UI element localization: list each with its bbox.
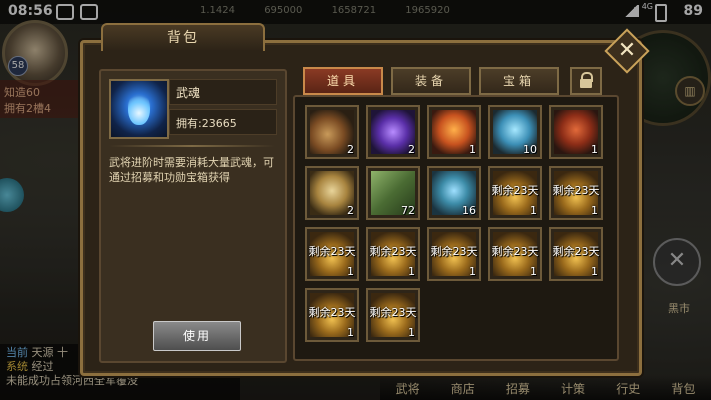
bag-title: 背包 bbox=[101, 23, 265, 51]
expiry-label: 剩余23天 bbox=[430, 245, 478, 258]
item-slot[interactable]: 16 bbox=[427, 166, 481, 220]
tab-equipment[interactable]: 装备 bbox=[391, 67, 471, 95]
item-quantity: 1 bbox=[408, 326, 415, 339]
item-quantity: 1 bbox=[469, 265, 476, 278]
item-quantity: 1 bbox=[347, 265, 354, 278]
item-slot[interactable]: 剩余23天 1 bbox=[366, 227, 420, 281]
selected-item-description: 武将进阶时需要消耗大量武魂，可通过招募和功勋宝箱获得 bbox=[109, 156, 274, 184]
item-slot[interactable]: 2 bbox=[305, 105, 359, 159]
item-slot[interactable]: 10 bbox=[488, 105, 542, 159]
expiry-label: 剩余23天 bbox=[491, 184, 539, 197]
item-quantity: 1 bbox=[591, 143, 598, 156]
expiry-label: 剩余23天 bbox=[369, 306, 417, 319]
item-slot[interactable]: 剩余23天 1 bbox=[488, 227, 542, 281]
selected-item-icon bbox=[109, 79, 169, 139]
item-quantity: 1 bbox=[530, 265, 537, 278]
item-slot[interactable]: 剩余23天 1 bbox=[305, 288, 359, 342]
item-quantity: 1 bbox=[591, 204, 598, 217]
expiry-label: 剩余23天 bbox=[308, 245, 356, 258]
item-quantity: 2 bbox=[408, 143, 415, 156]
item-slot[interactable]: 2 bbox=[366, 105, 420, 159]
expiry-label: 剩余23天 bbox=[308, 306, 356, 319]
item-quantity: 72 bbox=[401, 204, 415, 217]
item-slot[interactable]: 1 bbox=[549, 105, 603, 159]
item-quantity: 2 bbox=[347, 143, 354, 156]
expiry-label: 剩余23天 bbox=[491, 245, 539, 258]
item-quantity: 1 bbox=[591, 265, 598, 278]
tab-items[interactable]: 道具 bbox=[303, 67, 383, 95]
selected-item-name: 武魂 bbox=[176, 86, 201, 100]
item-slot[interactable]: 剩余23天 1 bbox=[488, 166, 542, 220]
expiry-label: 剩余23天 bbox=[552, 245, 600, 258]
item-slot[interactable]: 72 bbox=[366, 166, 420, 220]
item-name-box: 武魂 bbox=[169, 79, 277, 105]
item-quantity: 1 bbox=[530, 204, 537, 217]
selected-item-owned: 拥有:23665 bbox=[176, 117, 237, 130]
lock-button[interactable] bbox=[570, 67, 602, 95]
use-button[interactable]: 使用 bbox=[153, 321, 241, 351]
soul-flame-icon bbox=[128, 91, 150, 125]
expiry-label: 剩余23天 bbox=[552, 184, 600, 197]
item-quantity: 1 bbox=[347, 326, 354, 339]
item-quantity: 1 bbox=[408, 265, 415, 278]
item-slot[interactable]: 剩余23天 1 bbox=[427, 227, 481, 281]
item-owned-box: 拥有:23665 bbox=[169, 109, 277, 135]
item-slot[interactable]: 剩余23天 1 bbox=[549, 166, 603, 220]
item-slot[interactable]: 剩余23天 1 bbox=[549, 227, 603, 281]
item-info-pane: 武魂 拥有:23665 武将进阶时需要消耗大量武魂，可通过招募和功勋宝箱获得 使… bbox=[99, 69, 287, 363]
close-icon: ✕ bbox=[617, 38, 637, 63]
item-quantity: 1 bbox=[469, 143, 476, 156]
bag-tabs: 道具 装备 宝箱 bbox=[303, 67, 559, 95]
lock-body bbox=[580, 79, 592, 88]
item-slot[interactable]: 剩余23天 1 bbox=[305, 227, 359, 281]
item-quantity: 10 bbox=[523, 143, 537, 156]
divider bbox=[109, 145, 275, 147]
item-slot[interactable]: 2 bbox=[305, 166, 359, 220]
bag-window: 背包 ✕ 武魂 拥有:23665 武将进阶时需要消耗大量武魂，可通过招募和功勋宝… bbox=[80, 23, 650, 376]
item-quantity: 2 bbox=[347, 204, 354, 217]
item-grid: 2 2 1 10 1 2 72 16 剩余23天 1 剩余23天 1 剩余23天 1 剩余23天 1 剩余23天… bbox=[293, 95, 619, 361]
item-slot[interactable]: 剩余23天 1 bbox=[366, 288, 420, 342]
expiry-label: 剩余23天 bbox=[369, 245, 417, 258]
tab-chests[interactable]: 宝箱 bbox=[479, 67, 559, 95]
item-slot[interactable]: 1 bbox=[427, 105, 481, 159]
item-quantity: 16 bbox=[462, 204, 476, 217]
